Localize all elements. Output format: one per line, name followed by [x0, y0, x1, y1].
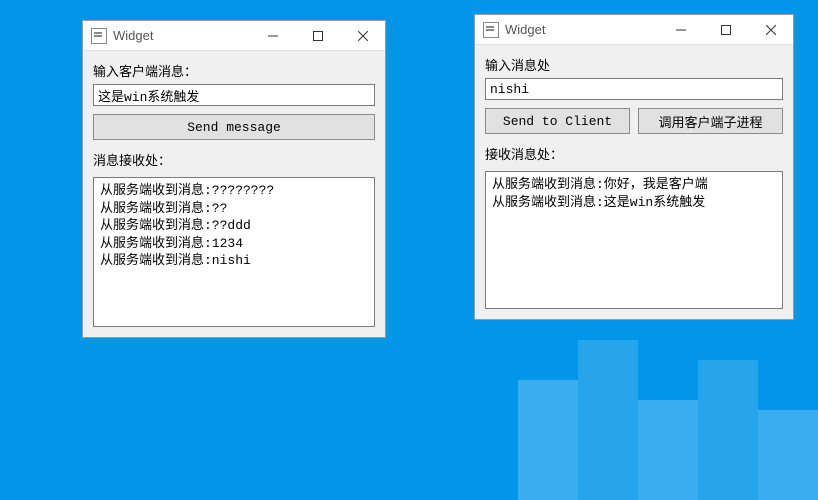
minimize-button[interactable]: [250, 21, 295, 51]
message-input[interactable]: [485, 78, 783, 100]
app-icon: [91, 28, 107, 44]
send-button[interactable]: Send message: [93, 114, 375, 140]
receive-label: 接收消息处：: [485, 144, 783, 163]
titlebar[interactable]: Widget: [475, 15, 793, 45]
call-subprocess-button[interactable]: 调用客户端子进程: [638, 108, 783, 134]
close-button[interactable]: [340, 21, 385, 51]
maximize-button[interactable]: [295, 21, 340, 51]
window-title: Widget: [505, 22, 658, 37]
client-window: Widget 输入客户端消息： Send message 消息接收处： 从服务端…: [82, 20, 386, 338]
minimize-button[interactable]: [658, 15, 703, 45]
input-label: 输入客户端消息：: [93, 61, 375, 80]
maximize-button[interactable]: [703, 15, 748, 45]
receive-label: 消息接收处：: [93, 150, 375, 169]
desktop-decoration: [518, 320, 818, 500]
server-window: Widget 输入消息处 Send to Client 调用客户端子进程 接收消…: [474, 14, 794, 320]
message-output: 从服务端收到消息:???????? 从服务端收到消息:?? 从服务端收到消息:?…: [93, 177, 375, 327]
app-icon: [483, 22, 499, 38]
titlebar[interactable]: Widget: [83, 21, 385, 51]
message-output: 从服务端收到消息:你好，我是客户端 从服务端收到消息:这是win系统触发: [485, 171, 783, 309]
input-label: 输入消息处: [485, 55, 783, 74]
window-title: Widget: [113, 28, 250, 43]
send-to-client-button[interactable]: Send to Client: [485, 108, 630, 134]
close-button[interactable]: [748, 15, 793, 45]
message-input[interactable]: [93, 84, 375, 106]
